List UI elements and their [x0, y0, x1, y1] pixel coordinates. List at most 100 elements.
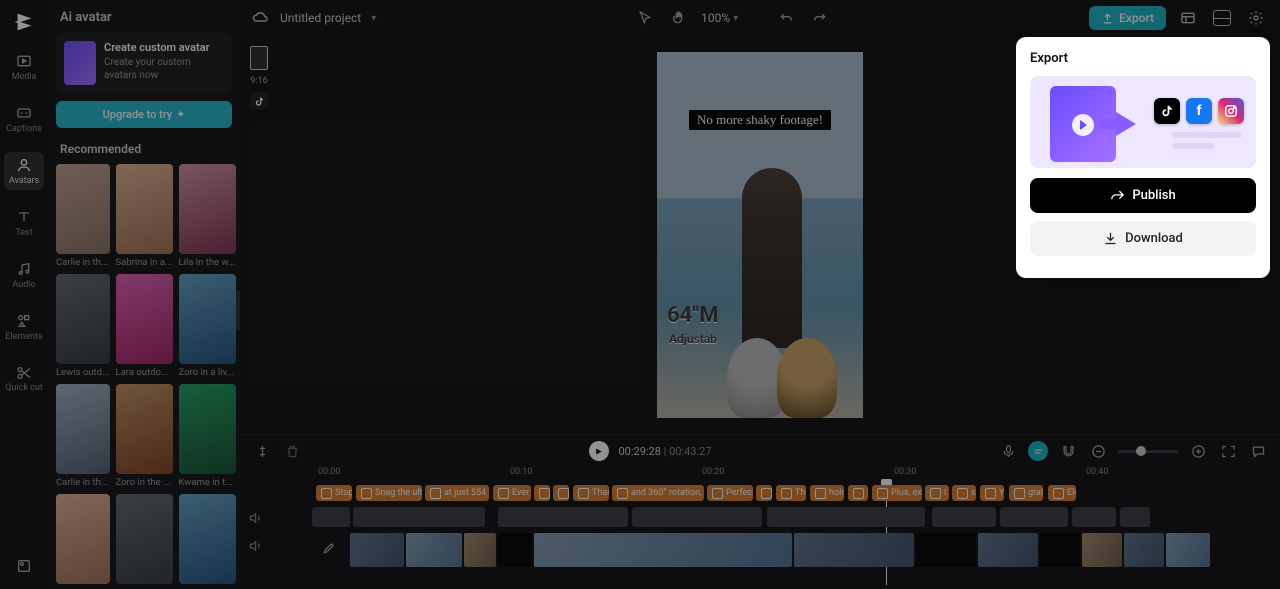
avatar-item[interactable]: Zoro in the ...	[116, 384, 173, 488]
avatar-item[interactable]: Lewis outd...	[56, 274, 110, 378]
fit-button[interactable]	[1218, 441, 1238, 461]
caption-clip[interactable]: Ele	[1048, 485, 1076, 501]
left-rail: Media Captions Avatars Text Audio Elemen…	[0, 0, 48, 589]
caption-clip[interactable]: at just $54 t	[425, 485, 489, 501]
audio-track[interactable]	[312, 507, 1280, 529]
caption-clip[interactable]: I ci	[925, 485, 949, 501]
track-mute[interactable]	[246, 509, 264, 527]
export-label: Export	[1119, 11, 1154, 25]
caption-clip[interactable]: grab	[1009, 485, 1043, 501]
timeline-tracks[interactable]: Stop seSnag the ultiat just $54 tEver tr…	[272, 485, 1280, 585]
share-icon	[1110, 188, 1125, 203]
caption-clip[interactable]: and 360° rotation, i	[612, 485, 704, 501]
publish-button[interactable]: Publish	[1030, 178, 1256, 213]
promo-card[interactable]: Create custom avatar Create your custom …	[56, 33, 232, 93]
rail-text[interactable]: Text	[4, 204, 44, 242]
ruler-tick: 00:40	[1086, 467, 1108, 477]
hand-tool[interactable]	[667, 6, 691, 30]
caption-clip[interactable]	[534, 485, 550, 501]
tiktok-icon	[1154, 98, 1180, 124]
caption-clip[interactable]	[553, 485, 569, 501]
rail-audio[interactable]: Audio	[4, 256, 44, 294]
zoom-in-button[interactable]	[1188, 441, 1208, 461]
audio-clip[interactable]	[632, 507, 762, 527]
caption-clip[interactable]: N	[848, 485, 868, 501]
cursor-tool[interactable]	[633, 6, 657, 30]
caption-clip[interactable]: hold	[810, 485, 844, 501]
ruler-tick: 00:30	[894, 467, 916, 477]
delete-tool[interactable]	[282, 441, 302, 461]
rail-quickcut[interactable]: Quick cut	[4, 360, 44, 398]
caption-clip[interactable]: Perfect f	[707, 485, 753, 501]
avatar-item[interactable]: Kwame in t...	[179, 384, 236, 488]
timeline-ruler[interactable]: 00:00 00:10 00:20 00:30 00:40	[310, 467, 1280, 485]
caption-clip[interactable]: Yo	[980, 485, 1004, 501]
layout-toggle[interactable]	[1176, 6, 1200, 30]
preview-height-text: 64"M	[667, 303, 719, 328]
avatar-item[interactable]: Lila in the w...	[179, 164, 236, 268]
avatar-item[interactable]: Carlie in th...	[56, 164, 110, 268]
avatar-item[interactable]: Zoro in a liv...	[179, 274, 236, 378]
avatar-item[interactable]: Lara outdo...	[116, 274, 173, 378]
zoom-out-button[interactable]	[1088, 441, 1108, 461]
caption-clip[interactable]: Thanl	[573, 485, 609, 501]
settings-button[interactable]	[1244, 6, 1268, 30]
elements-icon	[15, 312, 33, 330]
audio-clip[interactable]	[1072, 507, 1116, 527]
play-button[interactable]	[589, 441, 609, 461]
comment-button[interactable]	[1248, 441, 1268, 461]
timeline-zoom-slider[interactable]	[1118, 450, 1178, 453]
recommended-label: Recommended	[60, 142, 232, 156]
avatar-item[interactable]: Sabrina in a...	[116, 164, 173, 268]
arrow-icon	[1116, 112, 1136, 136]
app-logo[interactable]	[12, 10, 36, 34]
avatar-item[interactable]	[56, 494, 110, 587]
project-name[interactable]: Untitled project	[280, 11, 361, 25]
rail-captions[interactable]: Captions	[4, 100, 44, 138]
track-mute[interactable]	[246, 537, 264, 555]
caption-clip[interactable]: Snag the ulti	[356, 485, 422, 501]
undo-button[interactable]	[774, 6, 798, 30]
tiktok-icon[interactable]	[250, 92, 268, 110]
caption-clip[interactable]	[756, 485, 772, 501]
avatar-item[interactable]	[116, 494, 173, 587]
caption-clip[interactable]: Plus, exte	[872, 485, 922, 501]
audio-clip[interactable]	[353, 507, 485, 527]
split-tool[interactable]	[252, 441, 272, 461]
download-button[interactable]: Download	[1030, 221, 1256, 256]
rail-brandkit[interactable]	[4, 553, 44, 579]
redo-button[interactable]	[808, 6, 832, 30]
rail-elements[interactable]: Elements	[4, 308, 44, 346]
caption-clip[interactable]: Stop se	[316, 485, 352, 501]
zoom-display[interactable]: 100%▾	[701, 11, 738, 25]
caption-clip[interactable]: sw	[952, 485, 976, 501]
mic-button[interactable]	[998, 441, 1018, 461]
avatar-item[interactable]: Carlie in th...	[56, 384, 110, 488]
auto-caption-button[interactable]	[1028, 441, 1048, 461]
rail-media[interactable]: Media	[4, 48, 44, 86]
video-track[interactable]	[312, 533, 1280, 571]
video-preview[interactable]: No more shaky footage! 64"M Adjustab	[657, 52, 863, 418]
total-duration: 00:43:27	[669, 445, 711, 458]
audio-clip[interactable]	[498, 507, 628, 527]
audio-clip[interactable]	[1000, 507, 1068, 527]
caption-clip[interactable]: Ever tr	[493, 485, 531, 501]
caption-clip[interactable]: The	[776, 485, 806, 501]
sparkle-icon: ✦	[176, 108, 185, 121]
caption-track[interactable]: Stop seSnag the ultiat just $54 tEver tr…	[312, 485, 1280, 503]
ratio-button[interactable]	[1210, 6, 1234, 30]
chevron-down-icon[interactable]: ▾	[371, 13, 376, 24]
audio-clip[interactable]	[767, 507, 925, 527]
avatar-item[interactable]	[179, 494, 236, 587]
upgrade-label: Upgrade to try	[103, 108, 173, 121]
export-button[interactable]: Export	[1089, 6, 1166, 30]
aspect-option[interactable]	[250, 46, 268, 70]
audio-clip[interactable]	[932, 507, 996, 527]
pencil-icon[interactable]	[322, 541, 340, 559]
preview-object	[777, 338, 837, 418]
audio-clip[interactable]	[1120, 507, 1150, 527]
audio-clip[interactable]	[312, 507, 350, 527]
upgrade-button[interactable]: Upgrade to try ✦	[56, 101, 232, 128]
magnet-button[interactable]	[1058, 441, 1078, 461]
rail-avatars[interactable]: Avatars	[4, 152, 44, 190]
